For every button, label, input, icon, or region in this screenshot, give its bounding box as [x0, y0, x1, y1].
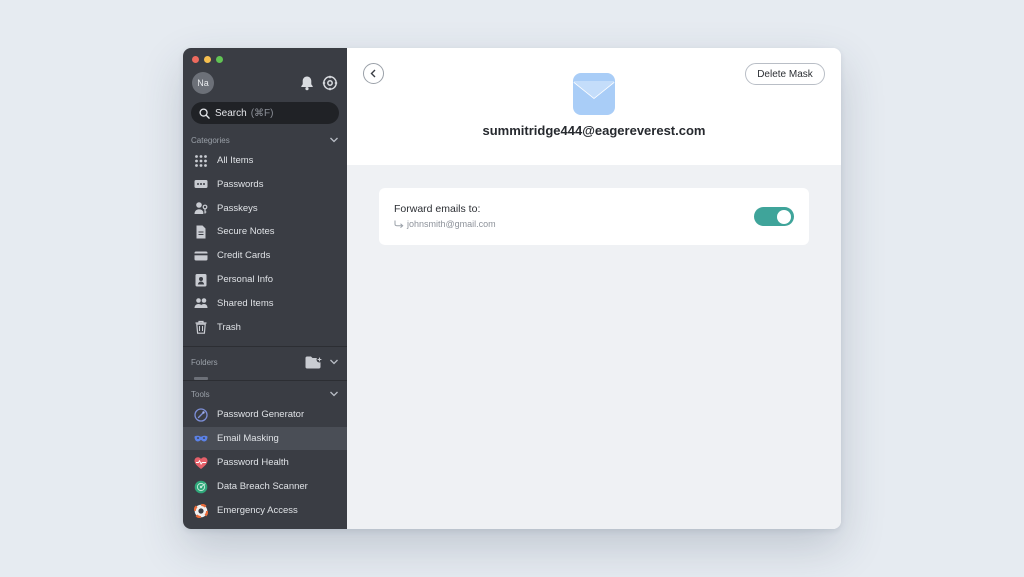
sidebar-item-passwords[interactable]: Passwords — [183, 173, 347, 196]
search-shortcut: (⌘F) — [250, 107, 274, 119]
close-window-button[interactable] — [192, 56, 199, 63]
mask-header: Delete Mask summitridge444@eagereverest.… — [347, 48, 841, 165]
categories-heading: Categories — [191, 135, 230, 145]
grid-icon — [195, 154, 207, 167]
minimize-window-button[interactable] — [204, 56, 211, 63]
email-envelope-icon — [573, 73, 615, 115]
sidebar-item-password-generator[interactable]: Password Generator — [183, 403, 347, 426]
window-controls — [192, 56, 223, 63]
trash-icon — [195, 320, 207, 334]
sidebar-item-all-items[interactable]: All Items — [183, 149, 347, 172]
sidebar-item-email-masking[interactable]: Email Masking — [183, 427, 347, 450]
sidebar-item-label: Passkeys — [217, 202, 258, 214]
heart-pulse-icon — [194, 456, 208, 469]
sidebar-item-label: Credit Cards — [217, 250, 271, 262]
chevron-left-icon — [370, 69, 376, 78]
tools-heading: Tools — [191, 389, 210, 399]
main-panel: Delete Mask summitridge444@eagereverest.… — [347, 48, 841, 529]
sidebar-item-passkeys[interactable]: Passkeys — [183, 197, 347, 220]
sidebar-item-shared-items[interactable]: Shared Items — [183, 292, 347, 315]
sidebar-item-label: Secure Notes — [217, 226, 275, 238]
bell-icon[interactable] — [299, 75, 315, 91]
credit-card-icon — [194, 251, 208, 261]
chevron-down-icon — [330, 137, 338, 143]
forward-emails-destination: johnsmith@gmail.com — [394, 219, 496, 229]
sidebar: Na Search (⌘F) Categories All Items Pass… — [183, 48, 347, 529]
sidebar-item-label: Shared Items — [217, 297, 274, 309]
mask-icon — [194, 435, 208, 441]
note-icon — [196, 225, 206, 239]
masked-email-address: summitridge444@eagereverest.com — [482, 123, 706, 138]
gear-icon[interactable] — [322, 75, 338, 91]
generator-icon — [194, 407, 208, 422]
zoom-window-button[interactable] — [216, 56, 223, 63]
sidebar-item-label: Password Health — [217, 457, 289, 468]
toggle-knob — [777, 209, 791, 224]
chevron-down-icon — [330, 391, 338, 397]
sidebar-item-label: Emergency Access — [217, 505, 298, 516]
chevron-down-icon[interactable] — [329, 357, 339, 367]
password-icon — [194, 180, 208, 189]
sidebar-item-label: Data Breach Scanner — [217, 481, 308, 492]
folders-heading: Folders — [191, 357, 218, 367]
sidebar-item-trash[interactable]: Trash — [183, 316, 347, 339]
sidebar-item-credit-cards[interactable]: Credit Cards — [183, 244, 347, 267]
forward-emails-toggle[interactable] — [754, 207, 794, 226]
folders-actions — [305, 356, 339, 369]
search-field[interactable]: Search (⌘F) — [191, 102, 339, 124]
search-icon — [199, 107, 210, 119]
sidebar-item-data-breach-scanner[interactable]: Data Breach Scanner — [183, 475, 347, 498]
avatar[interactable]: Na — [192, 72, 214, 94]
sidebar-item-label: Passwords — [217, 178, 264, 190]
divider — [183, 346, 347, 347]
search-label: Search — [215, 107, 247, 119]
forward-arrow-icon — [394, 220, 404, 228]
sidebar-item-personal-info[interactable]: Personal Info — [183, 268, 347, 291]
add-folder-icon[interactable] — [305, 356, 323, 369]
folders-header[interactable]: Folders — [191, 355, 339, 369]
sidebar-item-label: Trash — [217, 321, 241, 333]
app-window: Na Search (⌘F) Categories All Items Pass… — [183, 48, 841, 529]
passkey-icon — [194, 202, 208, 215]
categories-header[interactable]: Categories — [191, 133, 339, 147]
forward-emails-label: Forward emails to: — [394, 203, 481, 215]
sidebar-item-label: Email Masking — [217, 433, 279, 444]
sidebar-item-emergency-access[interactable]: Emergency Access — [183, 499, 347, 522]
sidebar-item-password-health[interactable]: Password Health — [183, 451, 347, 474]
id-card-icon — [195, 273, 207, 286]
lifebuoy-icon — [194, 503, 208, 518]
people-icon — [194, 298, 208, 309]
delete-mask-button[interactable]: Delete Mask — [745, 63, 825, 85]
sidebar-item-label: Password Generator — [217, 409, 305, 420]
sidebar-item-label: Personal Info — [217, 274, 273, 285]
divider — [183, 380, 347, 381]
forward-emails-card: Forward emails to: johnsmith@gmail.com — [379, 188, 809, 245]
back-button[interactable] — [363, 63, 384, 84]
tools-header[interactable]: Tools — [191, 387, 339, 401]
forward-email-value: johnsmith@gmail.com — [407, 219, 496, 229]
sidebar-item-label: All Items — [217, 155, 254, 166]
sidebar-item-secure-notes[interactable]: Secure Notes — [183, 220, 347, 243]
radar-icon — [194, 480, 208, 493]
